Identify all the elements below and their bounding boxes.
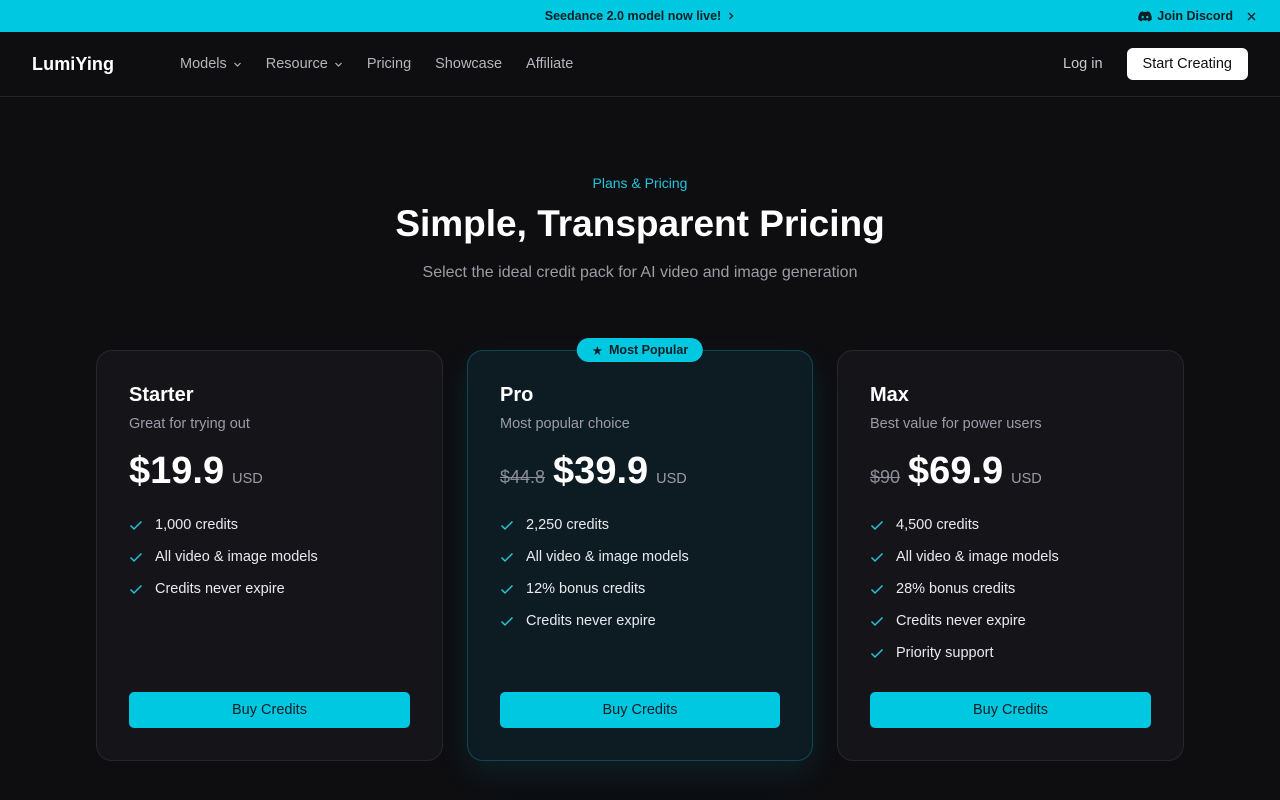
check-icon: [500, 584, 514, 594]
login-link[interactable]: Log in: [1063, 56, 1103, 72]
nav-item-label: Pricing: [366, 56, 412, 72]
feature-item: All video & image models: [500, 541, 780, 573]
original-price: $44.8: [500, 467, 546, 487]
feature-label: 1,000 credits: [155, 517, 239, 533]
buy-credits-button-max[interactable]: Buy Credits: [870, 692, 1151, 728]
check-icon: [500, 520, 514, 530]
nav-item-label: Affiliate: [526, 56, 574, 72]
check-icon: [870, 520, 884, 530]
price-row: $19.9 USD: [129, 450, 410, 496]
chevron-right-icon: [729, 12, 734, 20]
feature-label: 12% bonus credits: [526, 581, 646, 597]
nav-item-models[interactable]: Models: [180, 56, 242, 72]
plan-card-starter: Starter Great for trying out $19.9 USD 1…: [96, 350, 443, 761]
nav-item-label: Showcase: [435, 56, 503, 72]
check-icon: [129, 584, 143, 594]
nav-item-affiliate[interactable]: Affiliate: [526, 56, 573, 72]
feature-list: 2,250 credits All video & image models 1…: [500, 509, 780, 637]
plan-price: $39.9: [553, 450, 649, 492]
plan-price: $19.9: [129, 450, 225, 492]
nav-item-label: Resource: [265, 56, 328, 72]
check-icon: [870, 584, 884, 594]
top-nav: LumiYing Models Resource Pricing Showcas…: [0, 32, 1280, 97]
check-icon: [870, 616, 884, 626]
feature-label: Credits never expire: [155, 581, 285, 597]
close-icon[interactable]: [1247, 12, 1256, 21]
check-icon: [500, 552, 514, 562]
plan-name: Pro: [500, 384, 534, 406]
feature-label: 28% bonus credits: [896, 581, 1016, 597]
buy-credits-button-starter[interactable]: Buy Credits: [129, 692, 410, 728]
feature-label: All video & image models: [526, 549, 689, 565]
plan-name: Starter: [129, 384, 194, 406]
nav-item-label: Models: [180, 56, 227, 72]
feature-label: 4,500 credits: [896, 517, 980, 533]
price-row: $44.8 $39.9 USD: [500, 450, 780, 496]
check-icon: [870, 552, 884, 562]
feature-label: Priority support: [896, 645, 994, 661]
feature-list: 1,000 credits All video & image models C…: [129, 509, 410, 605]
feature-item: 1,000 credits: [129, 509, 410, 541]
star-icon: ★: [591, 343, 604, 358]
nav-item-resource[interactable]: Resource: [266, 56, 343, 72]
plan-currency: USD: [232, 471, 263, 487]
section-eyebrow: Plans & Pricing: [592, 175, 688, 191]
most-popular-badge: ★ Most Popular: [576, 338, 704, 362]
page-subtitle: Select the ideal credit pack for AI vide…: [422, 264, 858, 281]
nav-item-pricing[interactable]: Pricing: [367, 56, 411, 72]
logo[interactable]: LumiYing: [32, 54, 114, 75]
check-icon: [870, 648, 884, 658]
join-discord-label: Join Discord: [1157, 9, 1233, 23]
feature-label: All video & image models: [155, 549, 318, 565]
feature-item: Priority support: [870, 637, 1151, 669]
announcement-link[interactable]: Seedance 2.0 model now live!: [545, 9, 735, 23]
announcement-text: Seedance 2.0 model now live!: [544, 9, 722, 23]
feature-list: 4,500 credits All video & image models 2…: [870, 509, 1151, 669]
main-menu: Models Resource Pricing Showcase Affilia…: [180, 56, 573, 72]
feature-label: Credits never expire: [526, 613, 656, 629]
chevron-down-icon: [334, 62, 342, 67]
discord-icon: [1138, 10, 1153, 21]
feature-item: All video & image models: [129, 541, 410, 573]
price-row: $90 $69.9 USD: [870, 450, 1151, 496]
nav-actions: Log in Start Creating: [1063, 48, 1248, 80]
plan-description: Most popular choice: [500, 416, 630, 432]
badge-label: Most Popular: [609, 343, 689, 357]
feature-item: 2,250 credits: [500, 509, 780, 541]
plan-price: $69.9: [908, 450, 1004, 492]
feature-item: Credits never expire: [129, 573, 410, 605]
feature-label: All video & image models: [896, 549, 1059, 565]
start-creating-button[interactable]: Start Creating: [1126, 48, 1248, 80]
check-icon: [129, 520, 143, 530]
original-price: $90: [870, 467, 901, 487]
chevron-down-icon: [233, 62, 241, 67]
buy-credits-button-pro[interactable]: Buy Credits: [500, 692, 780, 728]
nav-item-showcase[interactable]: Showcase: [435, 56, 502, 72]
feature-item: All video & image models: [870, 541, 1151, 573]
feature-item: Credits never expire: [870, 605, 1151, 637]
feature-item: Credits never expire: [500, 605, 780, 637]
plan-currency: USD: [1011, 471, 1042, 487]
feature-item: 28% bonus credits: [870, 573, 1151, 605]
feature-label: 2,250 credits: [526, 517, 610, 533]
feature-item: 4,500 credits: [870, 509, 1151, 541]
plan-name: Max: [870, 384, 909, 406]
announcement-bar: Seedance 2.0 model now live! Join Discor…: [0, 0, 1280, 32]
plan-card-max: Max Best value for power users $90 $69.9…: [837, 350, 1184, 761]
plan-currency: USD: [656, 471, 687, 487]
page-title: Simple, Transparent Pricing: [395, 203, 885, 244]
join-discord-link[interactable]: Join Discord: [1138, 9, 1233, 23]
plan-description: Best value for power users: [870, 416, 1042, 432]
plan-description: Great for trying out: [129, 416, 250, 432]
check-icon: [129, 552, 143, 562]
feature-label: Credits never expire: [896, 613, 1026, 629]
check-icon: [500, 616, 514, 626]
plan-card-pro: ★ Most Popular Pro Most popular choice $…: [467, 338, 813, 761]
feature-item: 12% bonus credits: [500, 573, 780, 605]
